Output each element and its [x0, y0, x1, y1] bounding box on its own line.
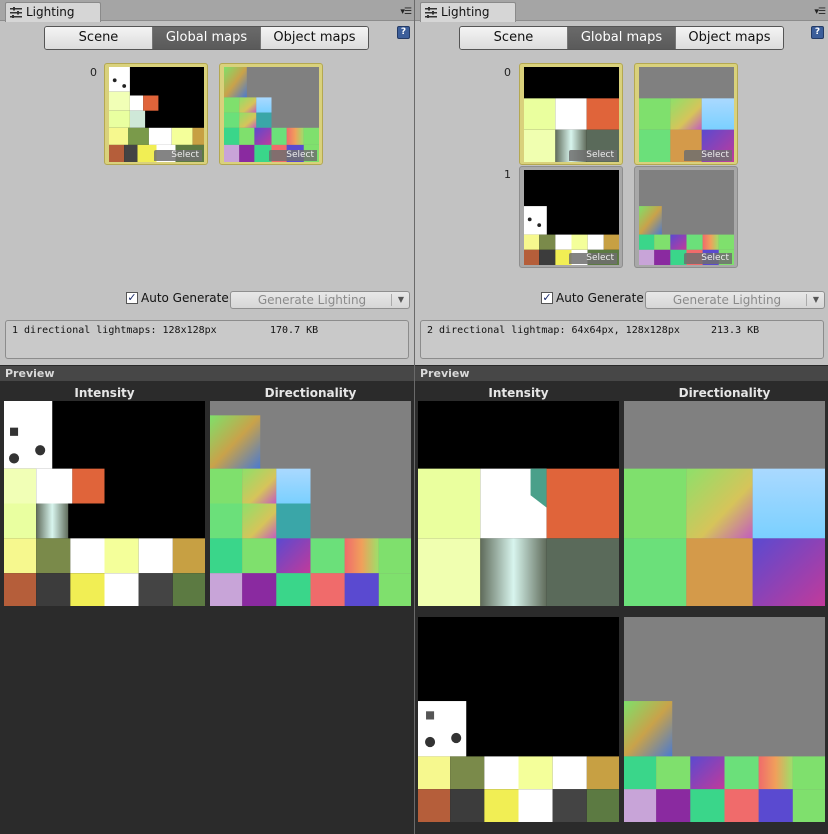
select-button[interactable]: Select — [154, 150, 202, 161]
select-button[interactable]: Select — [684, 150, 732, 161]
directionality-lightmap-image — [224, 67, 319, 162]
intensity-lightmap-image — [524, 170, 619, 265]
preview-header: Preview — [0, 365, 414, 381]
generate-lighting-button[interactable]: Generate Lighting ▼ — [230, 291, 410, 309]
generate-lighting-button[interactable]: Generate Lighting ▼ — [645, 291, 825, 309]
lighting-window-right: Lighting ▾☰ Scene Global maps Object map… — [414, 0, 828, 834]
lightmap-size-text: 213.3 KB — [711, 325, 760, 336]
select-button[interactable]: Select — [569, 150, 617, 161]
preview-title: Preview — [420, 367, 470, 380]
lightmap-thumbnail-intensity[interactable]: Select — [519, 63, 623, 165]
tab-title: Lighting — [26, 5, 75, 19]
tab-bar: Lighting ▾☰ — [0, 0, 414, 22]
generate-lighting-label: Generate Lighting — [672, 293, 782, 307]
tab-menu-icon[interactable]: ▾☰ — [400, 7, 412, 17]
intensity-column-header: Intensity — [74, 386, 135, 400]
tab-menu-icon[interactable]: ▾☰ — [814, 7, 826, 17]
lightmap-summary-text: 1 directional lightmaps: 128x128px — [12, 325, 217, 336]
directionality-preview-image — [210, 401, 411, 606]
directionality-column-header: Directionality — [264, 386, 357, 400]
intensity-lightmap-image — [524, 67, 619, 162]
lightmap-thumbnail-directionality[interactable]: Select — [634, 166, 738, 268]
auto-generate-label: Auto Generate — [141, 291, 229, 305]
dropdown-arrow-icon[interactable]: ▼ — [813, 292, 819, 308]
lighting-tab[interactable]: Lighting — [420, 2, 516, 22]
dropdown-arrow-icon[interactable]: ▼ — [398, 292, 404, 308]
lightmap-row-index: 0 — [504, 66, 511, 79]
generate-lighting-label: Generate Lighting — [257, 293, 367, 307]
global-maps-mode-button[interactable]: Global maps — [568, 27, 676, 49]
dropdown-separator — [391, 294, 392, 306]
preview-header: Preview — [415, 365, 828, 381]
mode-toolbar: Scene Global maps Object maps — [0, 26, 414, 50]
tab-bar: Lighting ▾☰ — [415, 0, 828, 22]
lightmap-summary-text: 2 directional lightmap: 64x64px, 128x128… — [427, 325, 680, 336]
lightmap-thumbnail-intensity[interactable]: Select — [519, 166, 623, 268]
object-maps-mode-button[interactable]: Object maps — [261, 27, 368, 49]
directionality-lightmap-image — [639, 67, 734, 162]
mode-segmented-control: Scene Global maps Object maps — [44, 26, 369, 50]
directionality-preview-image — [624, 617, 825, 822]
directionality-lightmap-image — [639, 170, 734, 265]
auto-generate-checkbox[interactable]: ✓ — [541, 292, 553, 304]
lighting-settings-icon — [10, 7, 22, 18]
select-button[interactable]: Select — [269, 150, 317, 161]
select-button[interactable]: Select — [569, 253, 617, 264]
scene-mode-button[interactable]: Scene — [460, 27, 568, 49]
scene-mode-button[interactable]: Scene — [45, 27, 153, 49]
lightmap-thumbnail-directionality[interactable]: Select — [634, 63, 738, 165]
intensity-preview-image — [4, 401, 205, 606]
intensity-preview-image — [418, 401, 619, 606]
select-button[interactable]: Select — [684, 253, 732, 264]
lightmap-row-index: 0 — [90, 66, 97, 79]
global-maps-mode-button[interactable]: Global maps — [153, 27, 261, 49]
lightmap-info-box: 1 directional lightmaps: 128x128px 170.7… — [5, 320, 409, 359]
lightmap-thumbnail-intensity[interactable]: Select — [104, 63, 208, 165]
directionality-preview-image — [624, 401, 825, 606]
lightmap-row-index: 1 — [504, 168, 511, 181]
lightmap-info-box: 2 directional lightmap: 64x64px, 128x128… — [420, 320, 824, 359]
object-maps-mode-button[interactable]: Object maps — [676, 27, 783, 49]
lighting-window-left: Lighting ▾☰ Scene Global maps Object map… — [0, 0, 414, 834]
help-icon[interactable]: ? — [397, 26, 410, 39]
directionality-column-header: Directionality — [678, 386, 771, 400]
mode-segmented-control: Scene Global maps Object maps — [459, 26, 784, 50]
lightmap-size-text: 170.7 KB — [270, 325, 319, 336]
lightmap-thumbnail-directionality[interactable]: Select — [219, 63, 323, 165]
intensity-preview-image — [418, 617, 619, 822]
lighting-settings-icon — [425, 7, 437, 18]
auto-generate-label: Auto Generate — [556, 291, 644, 305]
preview-title: Preview — [5, 367, 55, 380]
tab-title: Lighting — [441, 5, 490, 19]
mode-toolbar: Scene Global maps Object maps — [415, 26, 828, 50]
lighting-tab[interactable]: Lighting — [5, 2, 101, 22]
intensity-lightmap-image — [109, 67, 204, 162]
dropdown-separator — [806, 294, 807, 306]
auto-generate-checkbox[interactable]: ✓ — [126, 292, 138, 304]
intensity-column-header: Intensity — [488, 386, 549, 400]
help-icon[interactable]: ? — [811, 26, 824, 39]
